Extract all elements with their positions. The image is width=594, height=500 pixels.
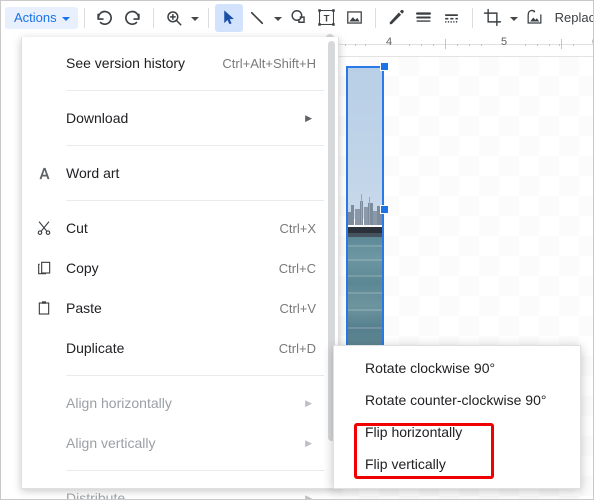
menu-item-copy[interactable]: Copy Ctrl+C [22,248,338,288]
insert-image-button[interactable] [341,4,369,32]
rotate-submenu: Rotate clockwise 90° Rotate counter-cloc… [333,345,581,489]
menu-item-duplicate[interactable]: Duplicate Ctrl+D [22,328,338,368]
line-tool-dropdown-arrow[interactable] [271,4,285,32]
submenu-item-flip-vertically[interactable]: Flip vertically [334,448,580,480]
submenu-item-label: Flip horizontally [365,424,463,440]
undo-button[interactable] [91,4,119,32]
horizontal-ruler[interactable]: 4 5 6 [339,34,593,57]
menu-item-label: Word art [66,165,120,181]
menu-item-distribute: Distribute ▶ [22,478,338,500]
resize-handle-top-right[interactable] [380,62,389,71]
submenu-arrow-icon: ▶ [305,492,312,500]
menu-item-align-vertically: Align vertically ▶ [22,423,338,463]
menu-item-label: Download [66,110,129,126]
word-art-icon [22,166,66,181]
crop-button[interactable] [479,4,507,32]
submenu-arrow-icon: ▶ [305,112,312,123]
submenu-item-rotate-clockwise-90[interactable]: Rotate clockwise 90° [334,352,580,384]
toolbar-divider [471,7,473,28]
line-dash-button[interactable] [438,4,466,32]
menu-divider [66,90,324,91]
menu-item-word-art[interactable]: Word art [22,153,338,193]
submenu-item-rotate-counter-clockwise-90[interactable]: Rotate counter-clockwise 90° [334,384,580,416]
zoom-button[interactable] [160,4,188,32]
submenu-item-label: Flip vertically [365,456,446,472]
menu-item-label: Align vertically [66,435,156,451]
ruler-baseline [339,44,593,45]
menu-item-align-horizontally: Align horizontally ▶ [22,383,338,423]
menu-item-see-version-history[interactable]: See version history Ctrl+Alt+Shift+H [22,43,338,83]
crop-dropdown-arrow[interactable] [507,4,521,32]
replace-image-label: Replace [554,10,593,25]
menu-divider [66,145,324,146]
replace-image-button[interactable] [521,4,549,32]
menu-item-label: Cut [66,220,88,236]
menu-item-cut[interactable]: Cut Ctrl+X [22,208,338,248]
submenu-item-label: Rotate counter-clockwise 90° [365,392,547,408]
redo-button[interactable] [119,4,147,32]
resize-handle-middle-right[interactable] [380,205,389,214]
toolbar-divider [207,7,209,28]
menu-item-shortcut: Ctrl+C [278,260,316,276]
copy-icon [22,260,66,276]
submenu-arrow-icon: ▶ [305,437,312,448]
chevron-down-icon [61,16,70,21]
line-tool-button[interactable] [243,4,271,32]
actions-button-label: Actions [14,10,57,25]
clipboard-icon [22,300,66,316]
submenu-item-label: Rotate clockwise 90° [365,360,496,376]
menu-item-label: Duplicate [66,340,125,356]
menu-item-label: Distribute [66,490,126,500]
submenu-item-flip-horizontally[interactable]: Flip horizontally [334,416,580,448]
menu-item-paste[interactable]: Paste Ctrl+V [22,288,338,328]
menu-divider [66,375,324,376]
line-weight-button[interactable] [410,4,438,32]
scissors-icon [22,220,66,236]
ruler-label-4: 4 [385,36,393,48]
chevron-down-icon [509,16,518,21]
toolbar-divider [83,7,85,28]
selected-image[interactable] [347,67,383,352]
menu-item-shortcut: Ctrl+D [278,340,316,356]
select-tool-button[interactable] [214,3,243,32]
menu-divider [66,470,324,471]
toolbar: Actions T Repla [1,1,593,34]
ruler-label-5: 5 [500,36,508,48]
menu-item-shortcut: Ctrl+Alt+Shift+H [222,55,316,71]
menu-item-shortcut: Ctrl+X [279,220,316,236]
actions-menu-button[interactable]: Actions [5,6,78,29]
chevron-down-icon [273,16,282,21]
menu-item-label: Copy [66,260,99,276]
zoom-dropdown-arrow[interactable] [188,4,202,32]
text-box-button[interactable]: T [313,4,341,32]
menu-item-label: See version history [66,55,186,71]
menu-item-label: Paste [66,300,102,316]
svg-text:T: T [324,13,330,24]
shape-tool-button[interactable] [285,4,313,32]
chevron-down-icon [190,16,199,21]
drawing-editor-window: Actions T Repla 4 5 See version history … [0,0,594,500]
toolbar-divider [152,7,154,28]
pencil-button[interactable] [382,4,410,32]
menu-item-download[interactable]: Download ▶ [22,98,338,138]
menu-item-label: Align horizontally [66,395,172,411]
menu-divider [66,200,324,201]
submenu-arrow-icon: ▶ [305,397,312,408]
image-water-region [347,237,383,352]
menu-item-shortcut: Ctrl+V [279,300,316,316]
toolbar-divider [374,7,376,28]
actions-dropdown-menu: See version history Ctrl+Alt+Shift+H Dow… [21,37,339,499]
ruler-label-6: 6 [592,36,593,48]
